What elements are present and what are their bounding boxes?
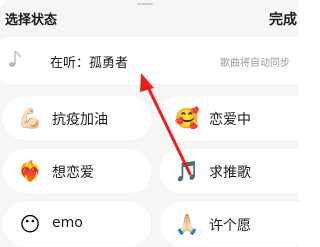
folded-hands-icon: 🙏🏻 bbox=[174, 212, 200, 236]
status-option-make-wish[interactable]: 🙏🏻 许个愿 bbox=[160, 202, 299, 246]
done-button[interactable]: 完成 bbox=[269, 9, 299, 29]
status-option-label: 求推歌 bbox=[209, 165, 251, 181]
music-note-icon bbox=[9, 50, 21, 67]
status-option-label: 想恋爱 bbox=[52, 165, 94, 181]
auto-sync-hint: 歌曲将自动同步 bbox=[220, 58, 290, 69]
sheet-title: 选择状态 bbox=[5, 13, 58, 28]
heart-on-fire-icon: ❤️‍🔥 bbox=[17, 159, 43, 183]
status-option-label: 恋爱中 bbox=[209, 112, 251, 128]
flexed-biceps-icon: 💪🏻 bbox=[17, 106, 43, 130]
face-without-mouth-icon: 😶 bbox=[19, 212, 41, 236]
status-option-emo[interactable]: 😶 emo bbox=[3, 202, 151, 246]
now-playing-label: 在听：孤勇者 bbox=[50, 56, 129, 71]
smiling-face-hearts-icon: 🥰 bbox=[174, 106, 200, 130]
status-option-label: 许个愿 bbox=[209, 218, 251, 234]
status-option-song-request[interactable]: 🎵 求推歌 bbox=[160, 149, 299, 193]
musical-note-icon: 🎵 bbox=[174, 159, 200, 183]
status-option-want-love[interactable]: ❤️‍🔥 想恋爱 bbox=[3, 149, 151, 193]
sheet-grabber[interactable] bbox=[137, 3, 153, 5]
status-option-fight-epidemic[interactable]: 💪🏻 抗疫加油 bbox=[3, 96, 151, 140]
status-option-label: 抗疫加油 bbox=[52, 112, 108, 128]
status-option-label: emo bbox=[52, 215, 83, 231]
status-option-in-love[interactable]: 🥰 恋爱中 bbox=[160, 96, 299, 140]
status-picker-sheet: 选择状态 完成 在听：孤勇者 歌曲将自动同步 💪🏻 抗疫加油 🥰 恋爱中 ❤️‍… bbox=[0, 0, 299, 247]
